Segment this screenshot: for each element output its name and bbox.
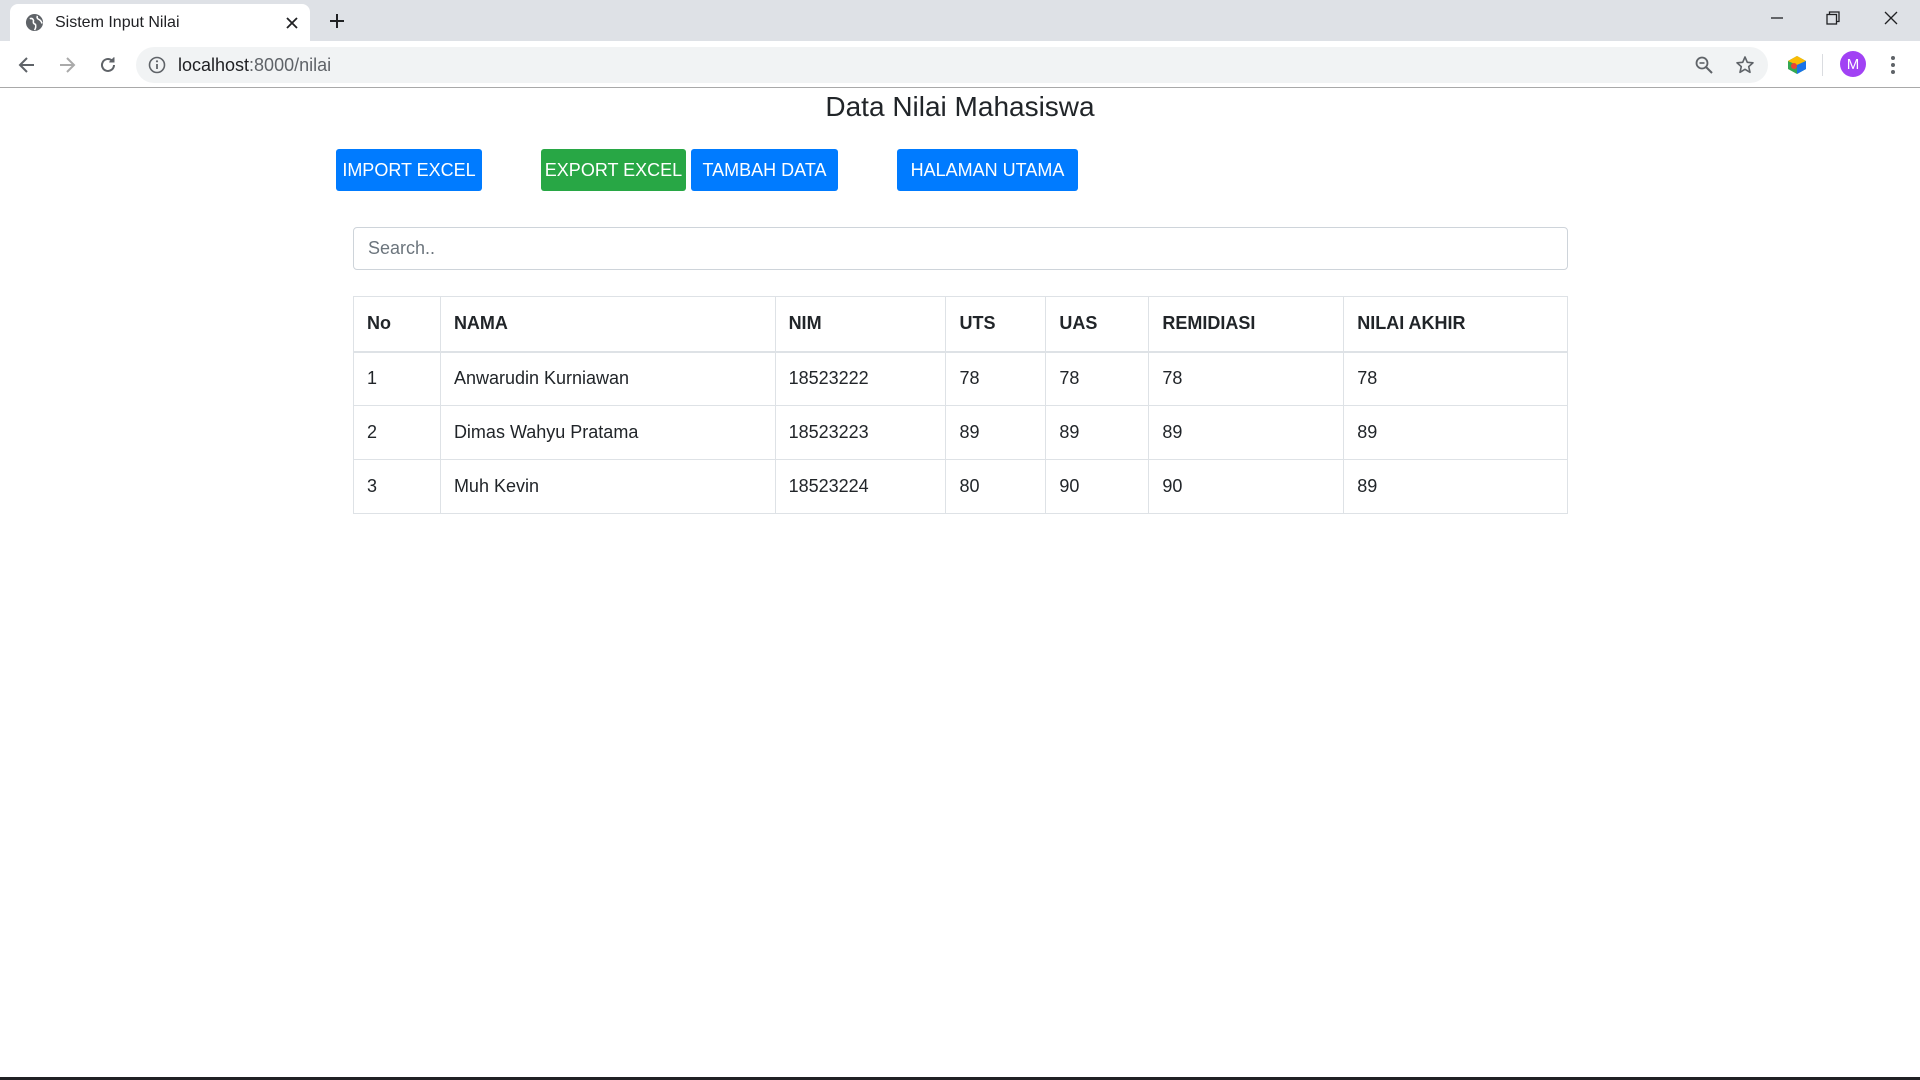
browser-tab-bar: Sistem Input Nilai: [0, 0, 1920, 41]
close-window-icon[interactable]: [1877, 6, 1905, 30]
zoom-icon[interactable]: [1693, 54, 1715, 76]
cell-nim: 18523224: [774, 459, 947, 514]
page-title: Data Nilai Mahasiswa: [825, 91, 1095, 122]
cell-nilai-akhir: 78: [1343, 351, 1568, 406]
cell-uas: 90: [1045, 459, 1150, 514]
browser-toolbar: localhost:8000/nilai M: [0, 41, 1920, 88]
page-content: Data Nilai Mahasiswa IMPORT EXCEL EXPORT…: [0, 89, 1920, 1077]
cell-remidiasi: 78: [1148, 351, 1345, 406]
header-remidiasi: REMIDIASI: [1148, 296, 1345, 353]
cell-nilai-akhir: 89: [1343, 405, 1568, 460]
add-data-button[interactable]: TAMBAH DATA: [691, 149, 838, 191]
import-excel-button[interactable]: IMPORT EXCEL: [336, 149, 482, 191]
extension-icon[interactable]: [1783, 51, 1811, 79]
cell-uts: 89: [945, 405, 1047, 460]
header-no: No: [353, 296, 441, 353]
search-input[interactable]: [353, 227, 1568, 270]
url-path: :8000/nilai: [249, 55, 332, 75]
cell-nim: 18523223: [774, 405, 947, 460]
table-header-row: No NAMA NIM UTS UAS REMIDIASI NILAI AKHI…: [353, 296, 1568, 353]
cell-no: 3: [353, 459, 441, 514]
cell-nilai-akhir: 89: [1343, 459, 1568, 514]
browser-tab[interactable]: Sistem Input Nilai: [10, 4, 310, 41]
bookmark-star-icon[interactable]: [1734, 54, 1756, 76]
home-page-button[interactable]: HALAMAN UTAMA: [897, 149, 1078, 191]
restore-icon[interactable]: [1819, 6, 1847, 30]
cell-remidiasi: 90: [1148, 459, 1345, 514]
table-row: 1 Anwarudin Kurniawan 18523222 78 78 78 …: [353, 351, 1568, 406]
header-nim: NIM: [774, 296, 947, 353]
back-arrow-icon[interactable]: [13, 51, 41, 79]
url-host: localhost: [178, 55, 250, 75]
header-nama: NAMA: [439, 296, 776, 353]
header-nilai-akhir: NILAI AKHIR: [1343, 296, 1568, 353]
new-tab-icon[interactable]: [326, 10, 348, 32]
grades-table: No NAMA NIM UTS UAS REMIDIASI NILAI AKHI…: [353, 296, 1568, 514]
cell-no: 2: [353, 405, 441, 460]
url-text: localhost:8000/nilai: [178, 55, 331, 76]
tab-title: Sistem Input Nilai: [55, 14, 180, 31]
table-row: 3 Muh Kevin 18523224 80 90 90 89: [353, 459, 1568, 514]
info-icon[interactable]: [147, 55, 167, 75]
cell-no: 1: [353, 351, 441, 406]
address-bar[interactable]: localhost:8000/nilai: [136, 47, 1768, 83]
table-row: 2 Dimas Wahyu Pratama 18523223 89 89 89 …: [353, 405, 1568, 460]
cell-nama: Anwarudin Kurniawan: [439, 351, 776, 406]
cell-nim: 18523222: [774, 351, 947, 406]
toolbar-separator: [1822, 54, 1823, 76]
close-tab-icon[interactable]: [282, 13, 301, 32]
cell-nama: Dimas Wahyu Pratama: [439, 405, 776, 460]
header-uts: UTS: [945, 296, 1047, 353]
cell-remidiasi: 89: [1148, 405, 1345, 460]
reload-icon[interactable]: [94, 51, 122, 79]
profile-avatar[interactable]: M: [1840, 51, 1866, 77]
kebab-menu-icon[interactable]: [1879, 51, 1907, 79]
cell-uts: 80: [945, 459, 1047, 514]
export-excel-button[interactable]: EXPORT EXCEL: [541, 149, 686, 191]
cell-nama: Muh Kevin: [439, 459, 776, 514]
minimize-icon[interactable]: [1763, 6, 1791, 30]
forward-arrow-icon[interactable]: [53, 51, 81, 79]
cell-uts: 78: [945, 351, 1047, 406]
header-uas: UAS: [1045, 296, 1150, 353]
cell-uas: 89: [1045, 405, 1150, 460]
globe-icon: [25, 13, 44, 32]
cell-uas: 78: [1045, 351, 1150, 406]
